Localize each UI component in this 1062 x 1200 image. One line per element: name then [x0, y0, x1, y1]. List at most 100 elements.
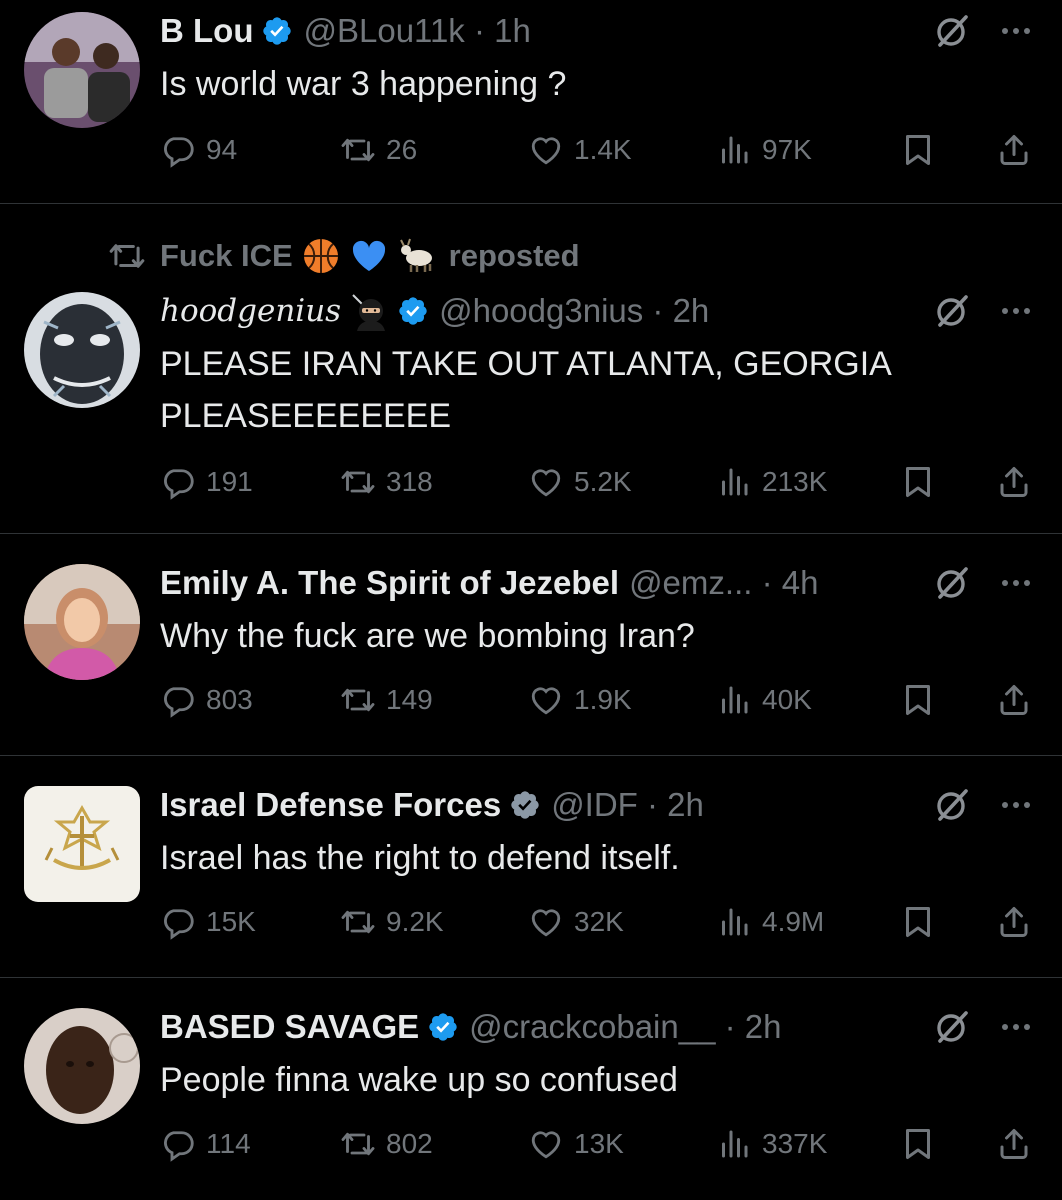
blue-heart-emoji-icon — [349, 236, 389, 276]
reply-icon — [160, 682, 196, 718]
like-count: 32K — [574, 906, 624, 937]
reply-icon — [160, 904, 196, 940]
share-button[interactable] — [996, 128, 1032, 172]
reply-button[interactable]: 114 — [160, 1122, 251, 1166]
bookmark-button[interactable] — [900, 128, 936, 172]
grok-icon[interactable] — [932, 11, 972, 51]
repost-button[interactable]: 149 — [340, 678, 433, 722]
bookmark-button[interactable] — [900, 1122, 936, 1166]
reply-count: 191 — [206, 466, 253, 497]
like-button[interactable]: 1.4K — [528, 128, 632, 172]
bookmark-icon — [900, 132, 936, 168]
like-button[interactable]: 32K — [528, 900, 624, 944]
author-name[interactable]: B Lou — [160, 12, 253, 50]
views-icon — [716, 904, 752, 940]
more-icon[interactable] — [996, 1007, 1036, 1047]
author-handle[interactable]: @IDF · 2h — [551, 786, 704, 824]
grok-icon[interactable] — [932, 291, 972, 331]
ninja-emoji-icon — [349, 291, 389, 331]
share-icon — [996, 682, 1032, 718]
more-icon[interactable] — [996, 563, 1036, 603]
like-icon — [528, 904, 564, 940]
repost-icon — [340, 1126, 376, 1162]
bookmark-icon — [900, 904, 936, 940]
share-button[interactable] — [996, 900, 1032, 944]
repost-button[interactable]: 802 — [340, 1122, 433, 1166]
author-name[interactable]: BASED SAVAGE — [160, 1008, 419, 1046]
reply-button[interactable]: 191 — [160, 460, 253, 504]
author-handle[interactable]: @crackcobain__ · 2h — [469, 1008, 781, 1046]
reply-button[interactable]: 94 — [160, 128, 237, 172]
views-button[interactable]: 97K — [716, 128, 812, 172]
tweet[interactable]: Israel Defense Forces @IDF · 2h Israel h… — [0, 756, 1062, 978]
bookmark-button[interactable] — [900, 460, 936, 504]
views-icon — [716, 464, 752, 500]
verified-badge-icon — [397, 295, 429, 327]
views-button[interactable]: 337K — [716, 1122, 827, 1166]
tweet[interactable]: Fuck ICE reposted hoodgenius @hoodg3nius… — [0, 204, 1062, 534]
reposter-name[interactable]: Fuck ICE — [160, 238, 293, 274]
repost-button[interactable]: 26 — [340, 128, 417, 172]
tweet-text: Is world war 3 happening ? — [160, 65, 567, 103]
avatar[interactable] — [24, 12, 140, 128]
avatar[interactable] — [24, 1008, 140, 1124]
avatar[interactable] — [24, 564, 140, 680]
grok-icon[interactable] — [932, 563, 972, 603]
author-name[interactable]: Israel Defense Forces — [160, 786, 501, 824]
like-button[interactable]: 5.2K — [528, 460, 632, 504]
views-icon — [716, 682, 752, 718]
tweet-text: Why the fuck are we bombing Iran? — [160, 617, 695, 655]
share-button[interactable] — [996, 678, 1032, 722]
views-count: 337K — [762, 1128, 828, 1159]
avatar[interactable] — [24, 292, 140, 408]
repost-context[interactable]: Fuck ICE reposted — [108, 234, 580, 278]
tweet[interactable]: B Lou @BLou11k · 1h Is world war 3 happe… — [0, 0, 1062, 204]
grok-icon[interactable] — [932, 1007, 972, 1047]
bookmark-icon — [900, 464, 936, 500]
more-icon[interactable] — [996, 291, 1036, 331]
share-button[interactable] — [996, 460, 1032, 504]
tweet[interactable]: BASED SAVAGE @crackcobain__ · 2h People … — [0, 978, 1062, 1200]
repost-count: 9.2K — [386, 906, 444, 937]
repost-button[interactable]: 318 — [340, 460, 433, 504]
like-button[interactable]: 1.9K — [528, 678, 632, 722]
verified-badge-icon — [509, 789, 541, 821]
bookmark-button[interactable] — [900, 678, 936, 722]
reply-count: 114 — [206, 1128, 251, 1159]
share-icon — [996, 1126, 1032, 1162]
repost-button[interactable]: 9.2K — [340, 900, 444, 944]
repost-icon — [108, 237, 146, 275]
views-icon — [716, 132, 752, 168]
verified-badge-icon — [427, 1011, 459, 1043]
views-count: 97K — [762, 134, 812, 165]
grok-icon[interactable] — [932, 785, 972, 825]
author-name[interactable]: Emily A. The Spirit of Jezebel — [160, 564, 619, 602]
views-button[interactable]: 4.9M — [716, 900, 824, 944]
bookmark-button[interactable] — [900, 900, 936, 944]
tweet-text: PLEASE IRAN TAKE OUT ATLANTA, GEORGIA PL… — [160, 345, 900, 435]
author-handle[interactable]: @BLou11k · 1h — [303, 12, 530, 50]
like-count: 5.2K — [574, 466, 632, 497]
views-icon — [716, 1126, 752, 1162]
repost-count: 26 — [386, 134, 418, 165]
more-icon[interactable] — [996, 11, 1036, 51]
share-icon — [996, 904, 1032, 940]
tweet[interactable]: Emily A. The Spirit of Jezebel @emz... ·… — [0, 534, 1062, 756]
like-button[interactable]: 13K — [528, 1122, 624, 1166]
bookmark-icon — [900, 1126, 936, 1162]
reply-button[interactable]: 803 — [160, 678, 253, 722]
views-button[interactable]: 213K — [716, 460, 827, 504]
avatar[interactable] — [24, 786, 140, 902]
share-button[interactable] — [996, 1122, 1032, 1166]
author-name[interactable]: hoodgenius — [160, 293, 341, 329]
reply-icon — [160, 1126, 196, 1162]
tweet-text: Israel has the right to defend itself. — [160, 839, 680, 877]
author-handle[interactable]: @hoodg3nius · 2h — [439, 292, 709, 330]
like-count: 1.4K — [574, 134, 632, 165]
more-icon[interactable] — [996, 785, 1036, 825]
views-count: 40K — [762, 684, 812, 715]
views-button[interactable]: 40K — [716, 678, 812, 722]
reply-button[interactable]: 15K — [160, 900, 256, 944]
like-icon — [528, 1126, 564, 1162]
author-handle[interactable]: @emz... · 4h — [629, 564, 818, 602]
